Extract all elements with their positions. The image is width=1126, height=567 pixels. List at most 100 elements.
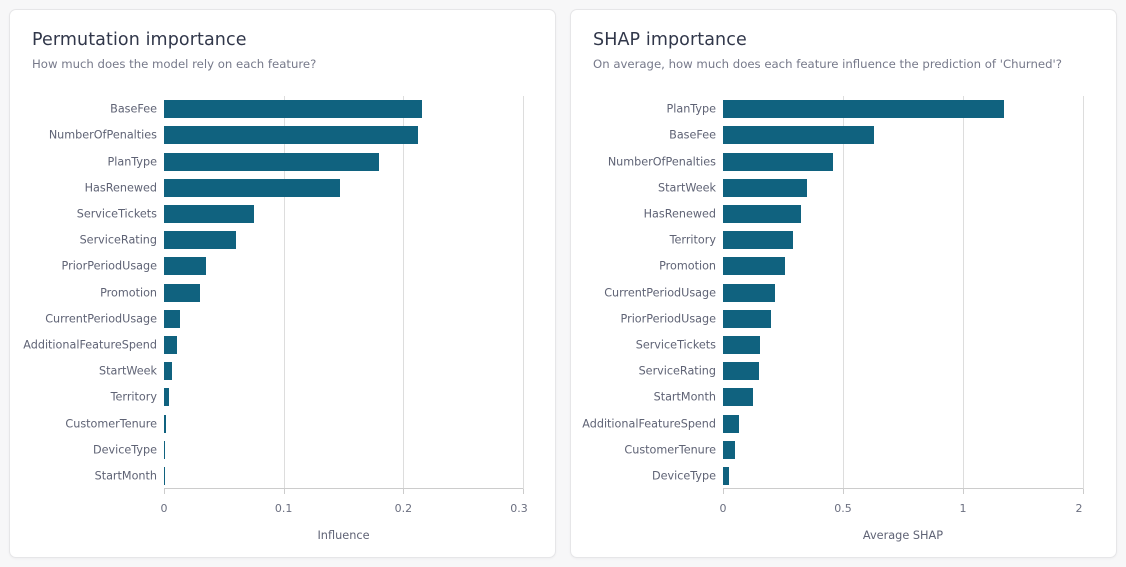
bar[interactable] xyxy=(723,178,807,197)
bar-category-label: PriorPeriodUsage xyxy=(61,259,157,273)
bar[interactable] xyxy=(723,414,739,433)
x-axis-tick-label: 0.3 xyxy=(510,502,528,515)
shap-importance-chart: 0 0.5 1 2 PlanType BaseFee NumberOfPenalties St… xyxy=(571,10,1116,557)
bar-category-label: HasRenewed xyxy=(84,181,157,195)
bar-row[interactable]: CurrentPeriodUsage xyxy=(604,283,1083,302)
dashboard-root: Permutation importance How much does the… xyxy=(0,0,1126,567)
bar[interactable] xyxy=(723,100,1004,119)
bar[interactable] xyxy=(164,178,340,197)
x-axis-tick-label: 0.2 xyxy=(394,502,413,515)
bar-row[interactable]: BaseFee xyxy=(669,126,1083,145)
bar[interactable] xyxy=(723,231,793,250)
bar-row[interactable]: StartWeek xyxy=(99,362,523,381)
bar[interactable] xyxy=(723,204,801,223)
bar-category-label: CurrentPeriodUsage xyxy=(604,286,716,299)
bar[interactable] xyxy=(164,257,206,276)
bar-row[interactable]: Territory xyxy=(111,388,523,407)
bar-row[interactable]: AdditionalFeatureSpend xyxy=(582,414,1083,433)
bar-category-label: BaseFee xyxy=(110,102,157,116)
bar[interactable] xyxy=(164,204,254,223)
bar-row[interactable]: Territory xyxy=(670,231,1083,250)
bar-row[interactable]: CustomerTenure xyxy=(624,440,1083,459)
bar[interactable] xyxy=(164,440,165,459)
bar[interactable] xyxy=(723,126,875,145)
x-axis-tick-label: 0 xyxy=(719,502,727,515)
bar-category-label: AdditionalFeatureSpend xyxy=(23,338,157,352)
bar-row[interactable]: NumberOfPenalties xyxy=(608,152,1083,171)
x-axis-tick-label: 0.1 xyxy=(274,502,293,515)
bar-category-label: PlanType xyxy=(666,102,717,116)
bar-category-label: HasRenewed xyxy=(643,207,716,221)
bar[interactable] xyxy=(164,152,380,171)
bar-row[interactable]: CurrentPeriodUsage xyxy=(45,309,523,328)
bar-row[interactable]: AdditionalFeatureSpend xyxy=(23,335,523,354)
bar[interactable] xyxy=(164,309,180,328)
bar-row[interactable]: StartMonth xyxy=(654,388,1083,407)
bar-row[interactable]: Promotion xyxy=(100,283,523,302)
bar[interactable] xyxy=(723,257,786,276)
x-axis-tick xyxy=(1083,489,1084,494)
bar-row[interactable]: DeviceType xyxy=(652,466,1083,485)
bar[interactable] xyxy=(164,362,173,381)
bar-category-label: DeviceType xyxy=(93,443,157,457)
bar-row[interactable]: Promotion xyxy=(659,257,1083,276)
bar-row[interactable]: CustomerTenure xyxy=(65,414,523,433)
bar-row[interactable]: StartWeek xyxy=(658,178,1083,197)
x-axis-tick-label: 1 xyxy=(959,502,967,515)
bar-category-label: Promotion xyxy=(659,259,716,273)
plot-inner: 0 0.1 0.2 0.3 BaseFee NumberOfPenalties PlanTy… xyxy=(23,96,528,515)
bar-category-label: PlanType xyxy=(107,155,158,168)
bar[interactable] xyxy=(164,126,418,145)
x-axis-tick xyxy=(164,489,165,494)
bar-row[interactable]: DeviceType xyxy=(93,440,523,459)
x-axis-tick-label: 0 xyxy=(160,502,168,515)
bar-category-label: CurrentPeriodUsage xyxy=(45,312,157,326)
bar[interactable] xyxy=(723,388,753,407)
bar-category-label: ServiceRating xyxy=(638,364,716,378)
x-axis-tick-label: 0.5 xyxy=(834,502,852,515)
bar[interactable] xyxy=(723,152,834,171)
bar[interactable] xyxy=(723,362,759,381)
bar[interactable] xyxy=(723,309,771,328)
plot-inner: 0 0.5 1 2 PlanType BaseFee NumberOfPenalties St… xyxy=(582,96,1084,515)
bar[interactable] xyxy=(723,466,729,485)
bar-row[interactable]: ServiceTickets xyxy=(636,335,1083,354)
bar-row[interactable]: PlanType xyxy=(667,100,1083,119)
bar-row[interactable]: ServiceRating xyxy=(80,231,523,250)
bar-category-label: StartMonth xyxy=(94,469,157,483)
bar-row[interactable]: BaseFee xyxy=(110,100,523,119)
bar[interactable] xyxy=(723,335,761,354)
bar-row[interactable]: StartMonth xyxy=(95,466,523,485)
bar[interactable] xyxy=(164,414,167,433)
bar-category-label: StartWeek xyxy=(99,364,157,378)
bar-row[interactable]: PriorPeriodUsage xyxy=(621,309,1083,328)
bar[interactable] xyxy=(723,283,775,302)
bar[interactable] xyxy=(164,388,169,407)
bar-category-label: Promotion xyxy=(100,286,157,299)
bar-row[interactable]: HasRenewed xyxy=(85,178,523,197)
bar-category-label: AdditionalFeatureSpend xyxy=(582,417,716,430)
bar[interactable] xyxy=(164,335,178,354)
bar[interactable] xyxy=(164,283,200,302)
bar-category-label: CustomerTenure xyxy=(624,443,716,457)
plot-area: 0 0.5 1 2 PlanType BaseFee NumberOfPenalties St… xyxy=(582,96,1084,515)
bar-row[interactable]: PriorPeriodUsage xyxy=(62,257,523,276)
bar-row[interactable]: ServiceTickets xyxy=(77,204,523,223)
bar-category-label: BaseFee xyxy=(669,128,716,142)
bar-row[interactable]: HasRenewed xyxy=(644,204,1083,223)
bar-row[interactable]: PlanType xyxy=(108,152,523,171)
x-axis-tick xyxy=(843,489,844,494)
gridline xyxy=(1083,96,1084,489)
bar[interactable] xyxy=(723,440,735,459)
x-axis-tick xyxy=(523,489,524,494)
x-axis-tick xyxy=(403,489,405,494)
x-axis-line xyxy=(723,488,1083,489)
permutation-importance-chart: 0 0.1 0.2 0.3 BaseFee NumberOfPenalties PlanTy… xyxy=(10,10,555,557)
bar[interactable] xyxy=(164,231,236,250)
bar-category-label: ServiceTickets xyxy=(76,207,157,221)
bar-category-label: NumberOfPenalties xyxy=(607,155,716,168)
bar-row[interactable]: NumberOfPenalties xyxy=(49,126,523,145)
bar-row[interactable]: ServiceRating xyxy=(639,362,1083,381)
x-axis-tick xyxy=(723,489,724,494)
bar[interactable] xyxy=(164,100,423,119)
